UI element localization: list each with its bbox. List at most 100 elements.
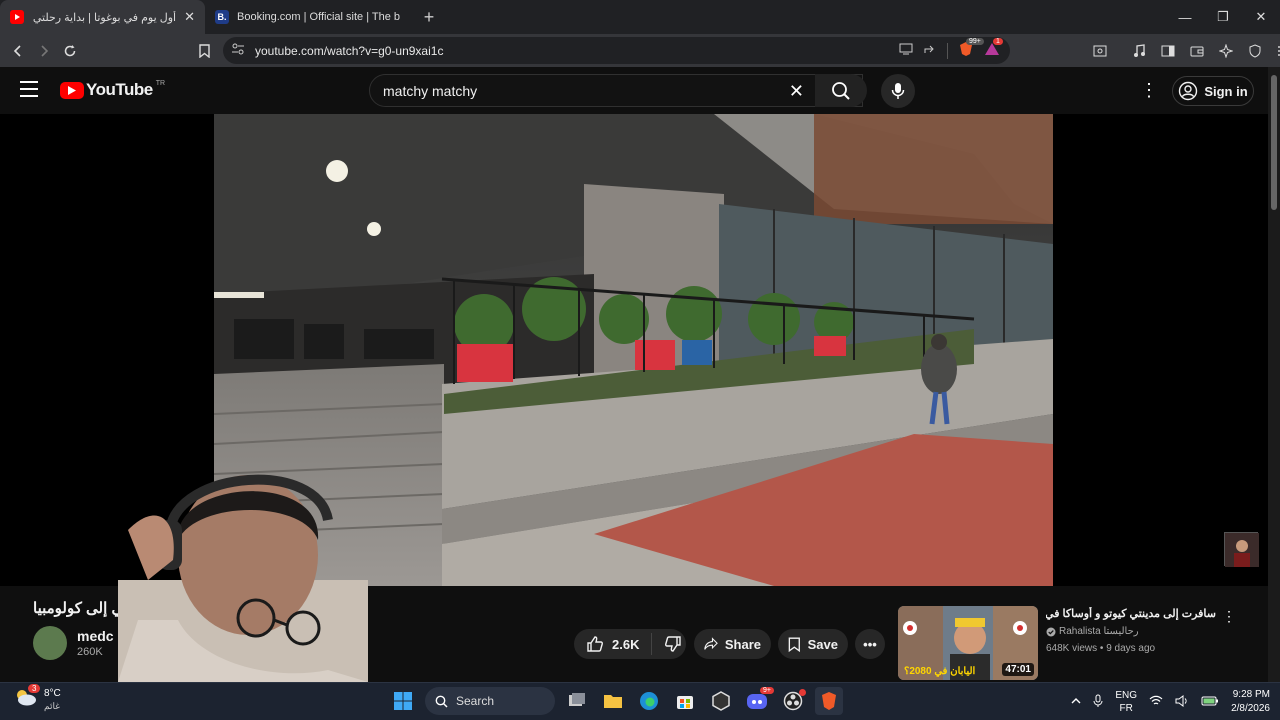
thumbnail-caption: اليابان في 2080؟: [904, 666, 976, 677]
microsoft-store-icon[interactable]: [671, 687, 699, 715]
battery-icon[interactable]: [1201, 696, 1219, 709]
brave-badge: 99+: [966, 38, 984, 45]
browser-menu-icon[interactable]: [1271, 38, 1280, 64]
forward-icon[interactable]: [31, 38, 57, 64]
like-dislike-group: 2.6K: [574, 629, 686, 659]
tab-title: Booking.com | Official site | The best: [237, 11, 400, 23]
video-duration: 47:01: [1002, 663, 1034, 676]
share-page-icon[interactable]: [923, 43, 937, 58]
wifi-icon[interactable]: [1149, 695, 1163, 709]
discord-badge: 9+: [760, 687, 774, 694]
taskbar-pinned-apps: Search 9+: [389, 687, 843, 715]
clock-date: 2/8/2026: [1231, 703, 1270, 714]
input-language[interactable]: ENG FR: [1115, 689, 1137, 715]
bookmark-icon[interactable]: [191, 38, 217, 64]
unity-hub-icon[interactable]: [707, 687, 735, 715]
verified-icon: [1046, 627, 1056, 636]
back-icon[interactable]: [5, 38, 31, 64]
edge-icon[interactable]: [635, 687, 663, 715]
guide-menu-icon[interactable]: [20, 81, 38, 97]
channel-avatar[interactable]: [33, 626, 67, 660]
recommendation-channel[interactable]: Rahalista رحاليستا: [1046, 626, 1139, 637]
new-tab-button[interactable]: +: [416, 4, 442, 30]
screenshot-icon[interactable]: [1087, 38, 1113, 64]
save-icon: [788, 637, 800, 652]
search-icon: [832, 81, 850, 100]
tab-title: أول يوم في بوغوتا | بداية رحلتي إلى: [32, 11, 177, 24]
close-tab-icon[interactable]: ✕: [184, 9, 195, 25]
obs-icon[interactable]: [779, 687, 807, 715]
tab-youtube-video[interactable]: أول يوم في بوغوتا | بداية رحلتي إلى ✕: [0, 0, 205, 34]
youtube-logo[interactable]: YouTube TR: [60, 80, 165, 100]
search-input[interactable]: matchy matchy ✕: [369, 74, 863, 107]
sign-in-label: Sign in: [1204, 83, 1248, 99]
save-button[interactable]: Save: [778, 629, 848, 659]
scrollbar-thumb[interactable]: [1271, 75, 1277, 210]
windows-start-icon[interactable]: [389, 687, 417, 715]
brave-shields-icon[interactable]: 99+: [958, 38, 984, 60]
voice-search-button[interactable]: [881, 74, 915, 108]
site-settings-icon[interactable]: [231, 43, 245, 58]
webcam-image: [118, 474, 368, 682]
cast-icon[interactable]: [899, 43, 913, 58]
search-button[interactable]: [815, 74, 867, 107]
booking-favicon-icon: B.: [215, 10, 229, 24]
address-bar-actions: 99+ 1: [899, 37, 1003, 64]
close-window-icon[interactable]: ✕: [1242, 0, 1280, 34]
dislike-button[interactable]: [652, 635, 694, 653]
minimize-icon[interactable]: —: [1166, 0, 1204, 34]
leo-ai-icon[interactable]: [1213, 38, 1239, 64]
page-scrollbar[interactable]: [1268, 67, 1280, 682]
clock[interactable]: 9:28 PM 2/8/2026: [1231, 688, 1270, 716]
restore-icon[interactable]: ❐: [1204, 0, 1242, 34]
temperature: 8°C: [44, 687, 61, 699]
browser-tab-strip: أول يوم في بوغوتا | بداية رحلتي إلى ✕ B.…: [0, 0, 1280, 34]
recommendation-channel-name: Rahalista رحاليستا: [1059, 626, 1139, 637]
youtube-favicon-icon: [10, 10, 24, 24]
search-icon: [435, 695, 448, 708]
task-view-icon[interactable]: [563, 687, 591, 715]
youtube-header: YouTube TR matchy matchy ✕ ⋮ Sign in: [0, 67, 1268, 114]
language-primary: ENG: [1115, 690, 1138, 701]
like-count: 2.6K: [612, 636, 640, 652]
music-icon[interactable]: [1126, 38, 1152, 64]
wallet-icon[interactable]: [1184, 38, 1210, 64]
channel-name[interactable]: medc: [77, 628, 114, 644]
address-bar[interactable]: youtube.com/watch?v=g0-un9xai1c 99+ 1: [223, 37, 1010, 64]
more-horizontal-icon: •••: [863, 636, 877, 652]
clear-search-icon[interactable]: ✕: [789, 81, 804, 102]
webcam-overlay: [118, 460, 368, 682]
recommendation-thumbnail[interactable]: اليابان في 2080؟ 47:01: [898, 606, 1038, 680]
microphone-icon: [891, 83, 905, 99]
weather-widget[interactable]: 3 8°C غائم: [14, 684, 61, 712]
share-icon: [704, 637, 718, 650]
chevron-up-icon[interactable]: [1071, 697, 1081, 708]
recording-dot: [799, 689, 806, 696]
discord-icon[interactable]: 9+: [743, 687, 774, 715]
taskbar-search-label: Search: [456, 694, 495, 708]
file-explorer-icon[interactable]: [599, 687, 627, 715]
microphone-icon[interactable]: [1093, 694, 1103, 711]
volume-icon[interactable]: [1175, 694, 1189, 710]
vpn-icon[interactable]: [1242, 38, 1268, 64]
recommendation-kebab-icon[interactable]: ⋮: [1222, 608, 1236, 625]
share-button[interactable]: Share: [694, 629, 771, 659]
taskbar-search[interactable]: Search: [425, 687, 555, 715]
search-value: matchy matchy: [383, 82, 478, 99]
youtube-play-icon: [60, 81, 84, 99]
url-text: youtube.com/watch?v=g0-un9xai1c: [255, 43, 444, 58]
recommendation-title[interactable]: سافرت إلى مدينتي كيوتو و أوساكا في الياب…: [1046, 607, 1216, 620]
browser-toolbar: youtube.com/watch?v=g0-un9xai1c 99+ 1: [0, 34, 1280, 67]
reload-icon[interactable]: [57, 38, 83, 64]
more-actions-button[interactable]: •••: [855, 629, 885, 659]
like-button[interactable]: 2.6K: [574, 633, 653, 655]
sign-in-button[interactable]: Sign in: [1172, 76, 1254, 106]
brave-browser-icon[interactable]: [815, 687, 843, 715]
mini-avatar-thumbnail[interactable]: [1224, 532, 1259, 567]
window-controls: — ❐ ✕: [1166, 0, 1280, 34]
settings-kebab-icon[interactable]: ⋮: [1140, 80, 1158, 101]
tab-booking[interactable]: B. Booking.com | Official site | The bes…: [205, 0, 410, 34]
brave-rewards-icon[interactable]: 1: [984, 38, 1003, 60]
save-label: Save: [807, 636, 838, 652]
sidebar-icon[interactable]: [1155, 38, 1181, 64]
